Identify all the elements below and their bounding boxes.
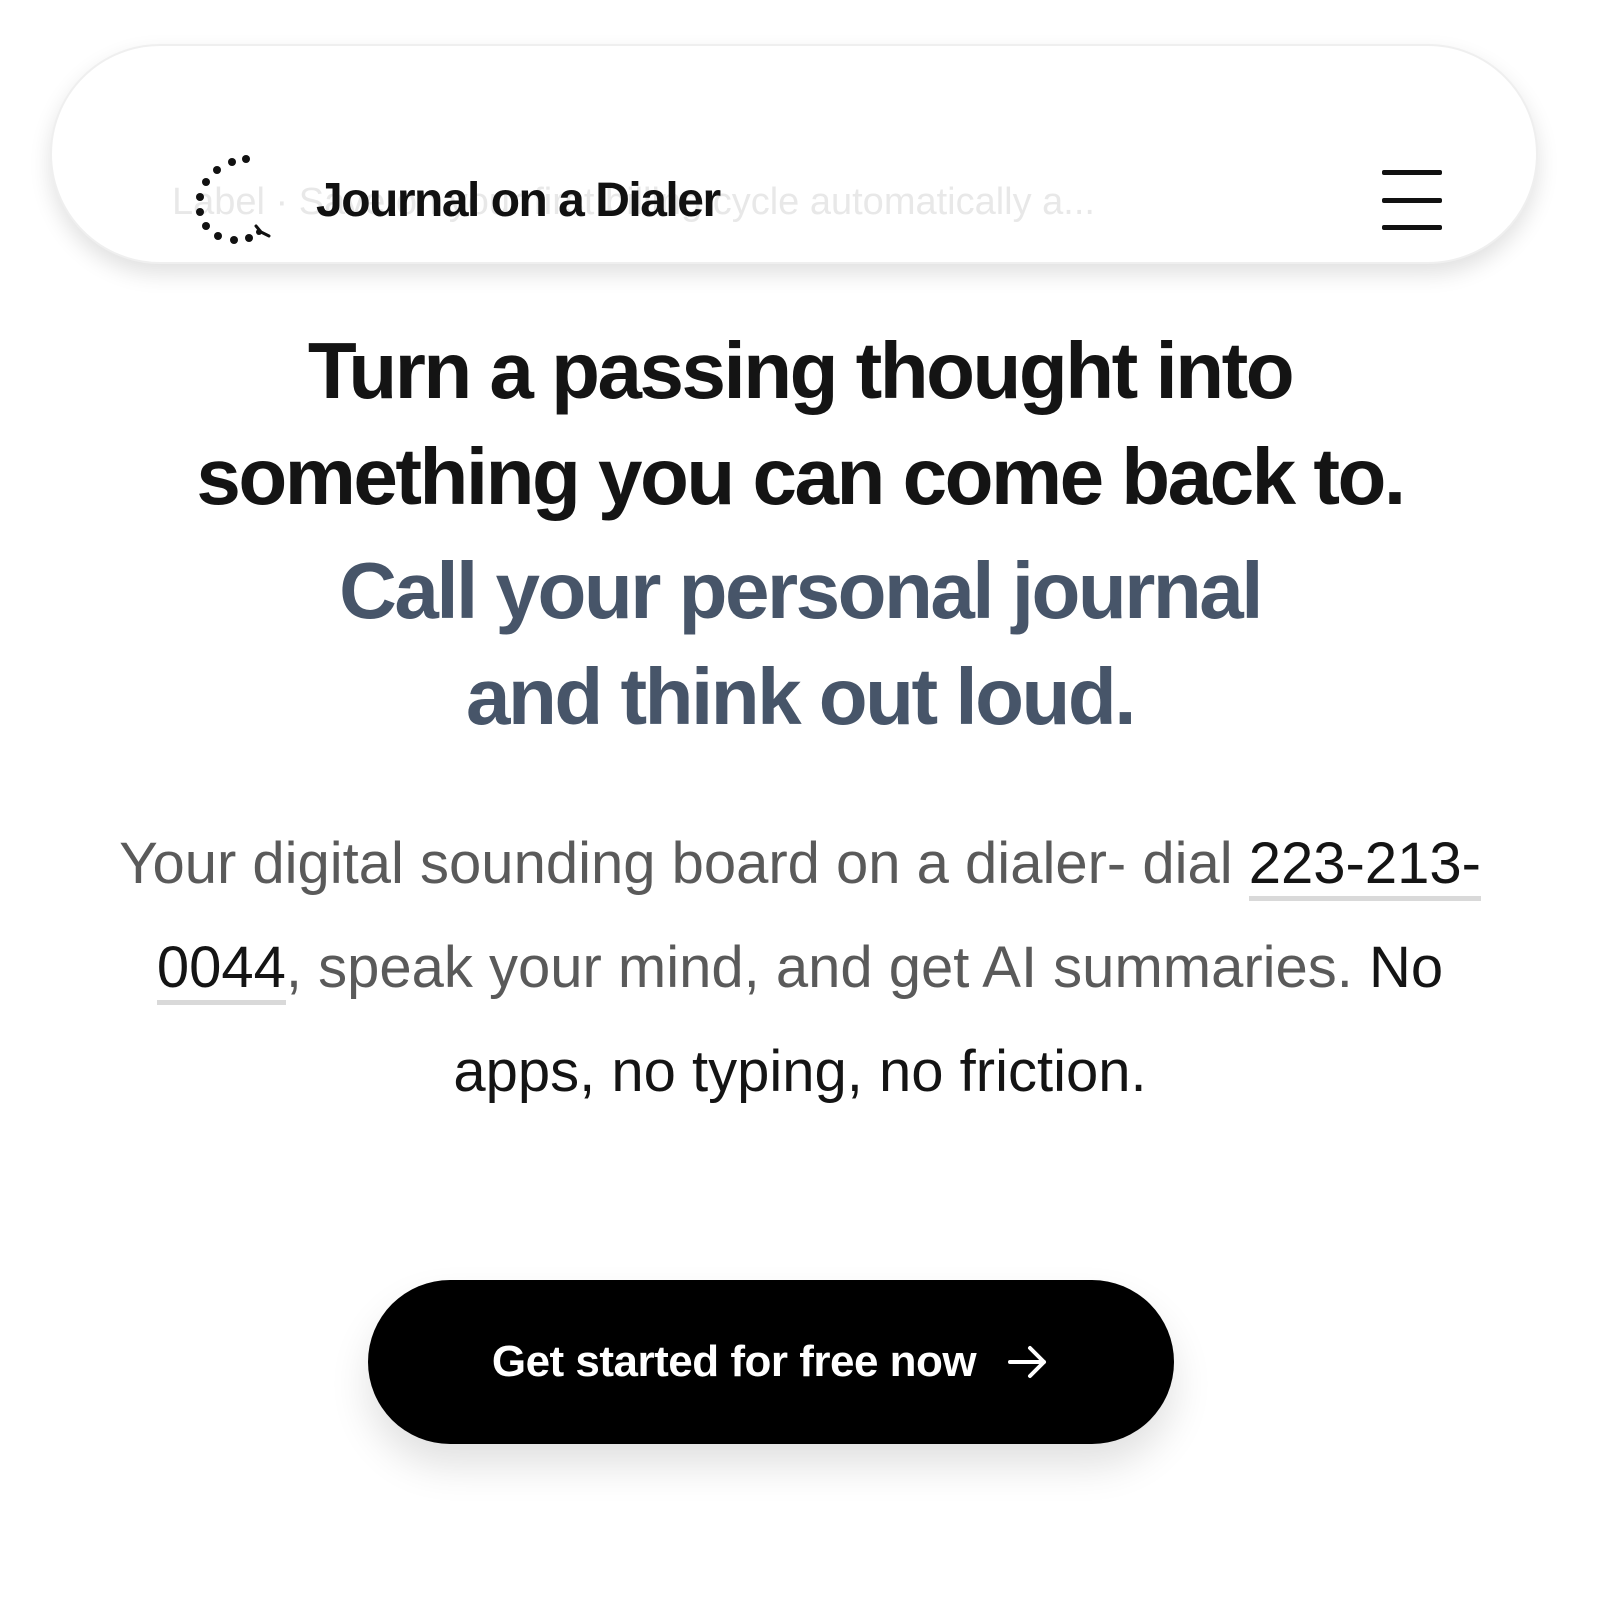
dotted-circle-logo-icon [196, 155, 271, 244]
hero-description: Your digital sounding board on a dialer-… [110, 812, 1490, 1124]
brand-name: Journal on a Dialer [316, 173, 721, 227]
get-started-label: Get started for free now [491, 1337, 977, 1386]
brand-link[interactable]: Journal on a Dialer [186, 150, 721, 250]
menu-bar-line [1382, 225, 1442, 230]
header-bar: Label · Save on your first billing cycle… [50, 44, 1538, 264]
hero-subheadline: Call your personal journal and think out… [0, 538, 1600, 750]
get-started-button[interactable]: Get started for free now [368, 1280, 1174, 1444]
hero-headline-line-1: Turn a passing thought into [307, 326, 1295, 415]
hero-subheadline-line-1: Call your personal journal [339, 546, 1263, 635]
hero-subheadline-line-2: and think out loud. [466, 652, 1136, 741]
hero-section: Turn a passing thought into something yo… [0, 318, 1600, 750]
landing-page: Label · Save on your first billing cycle… [0, 0, 1600, 1624]
hero-headline-line-2: something you can come back to. [196, 432, 1406, 521]
description-middle: , speak your mind, and get AI summaries. [285, 935, 1370, 1000]
description-prefix: Your digital sounding board on a dialer-… [119, 831, 1249, 896]
menu-bar-line [1382, 170, 1442, 175]
menu-bar-line [1382, 197, 1442, 203]
hamburger-menu-icon[interactable] [1382, 170, 1446, 230]
arrow-right-icon [1008, 1346, 1047, 1378]
hero-headline: Turn a passing thought into something yo… [0, 318, 1600, 530]
